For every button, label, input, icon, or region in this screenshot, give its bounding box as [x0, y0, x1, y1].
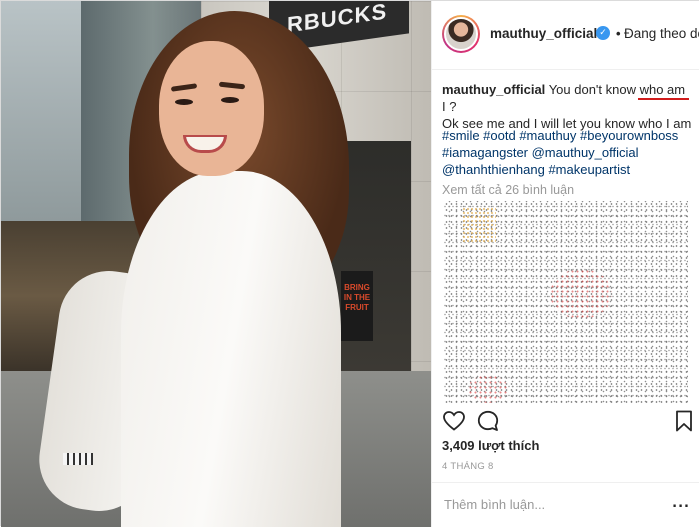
caption-hashtags[interactable]: #smile #ootd #mauthuy #beyourownboss #ia… — [442, 127, 692, 178]
poster-text: BRING IN THE FRUIT — [343, 283, 371, 312]
caption: mauthuy_official You don't know who am I… — [442, 81, 692, 132]
caption-username[interactable]: mauthuy_official — [442, 82, 545, 97]
action-bar — [432, 403, 699, 437]
post-header: mauthuy_official ✓ • Đang theo dõi — [432, 1, 699, 70]
photo-sleeve-cuff — [63, 453, 93, 465]
avatar[interactable] — [444, 17, 478, 51]
store-sign-text: RBUCKS — [287, 1, 388, 38]
view-all-comments-link[interactable]: Xem tất cả 26 bình luận — [442, 183, 574, 197]
caption-highlight: who am — [639, 82, 686, 97]
obscured-comment-mark — [468, 375, 508, 403]
caption-text-after: I ? — [442, 99, 457, 114]
heart-icon[interactable] — [442, 409, 466, 433]
photo-sweater — [121, 171, 341, 527]
photo-poster: BRING IN THE FRUIT — [341, 271, 373, 341]
comment-icon[interactable] — [476, 409, 500, 433]
post-date: 4 THÁNG 8 — [442, 461, 494, 472]
following-button[interactable]: Đang theo dõi — [624, 26, 699, 41]
photo-eye-right — [221, 97, 239, 103]
post-side-panel: mauthuy_official ✓ • Đang theo dõi mauth… — [431, 1, 699, 527]
add-comment-section: ... — [432, 482, 699, 526]
instagram-post: RBUCKS BRING IN THE FRUIT mauthuy_offici… — [0, 0, 699, 527]
caption-text-before: You don't know — [548, 82, 640, 97]
comment-input[interactable] — [444, 493, 664, 515]
obscured-comment-mark — [550, 269, 612, 319]
bookmark-icon[interactable] — [672, 409, 696, 433]
header-username[interactable]: mauthuy_official — [490, 26, 597, 41]
post-photo[interactable]: RBUCKS BRING IN THE FRUIT — [1, 1, 431, 527]
header-separator: • — [616, 26, 621, 41]
obscured-comment-mark — [462, 207, 496, 243]
verified-badge-icon: ✓ — [596, 26, 610, 40]
photo-face — [159, 41, 264, 176]
story-ring[interactable] — [442, 15, 480, 53]
like-count[interactable]: 3,409 lượt thích — [442, 438, 539, 453]
photo-eye-left — [175, 99, 193, 105]
more-options-icon[interactable]: ... — [672, 496, 690, 511]
